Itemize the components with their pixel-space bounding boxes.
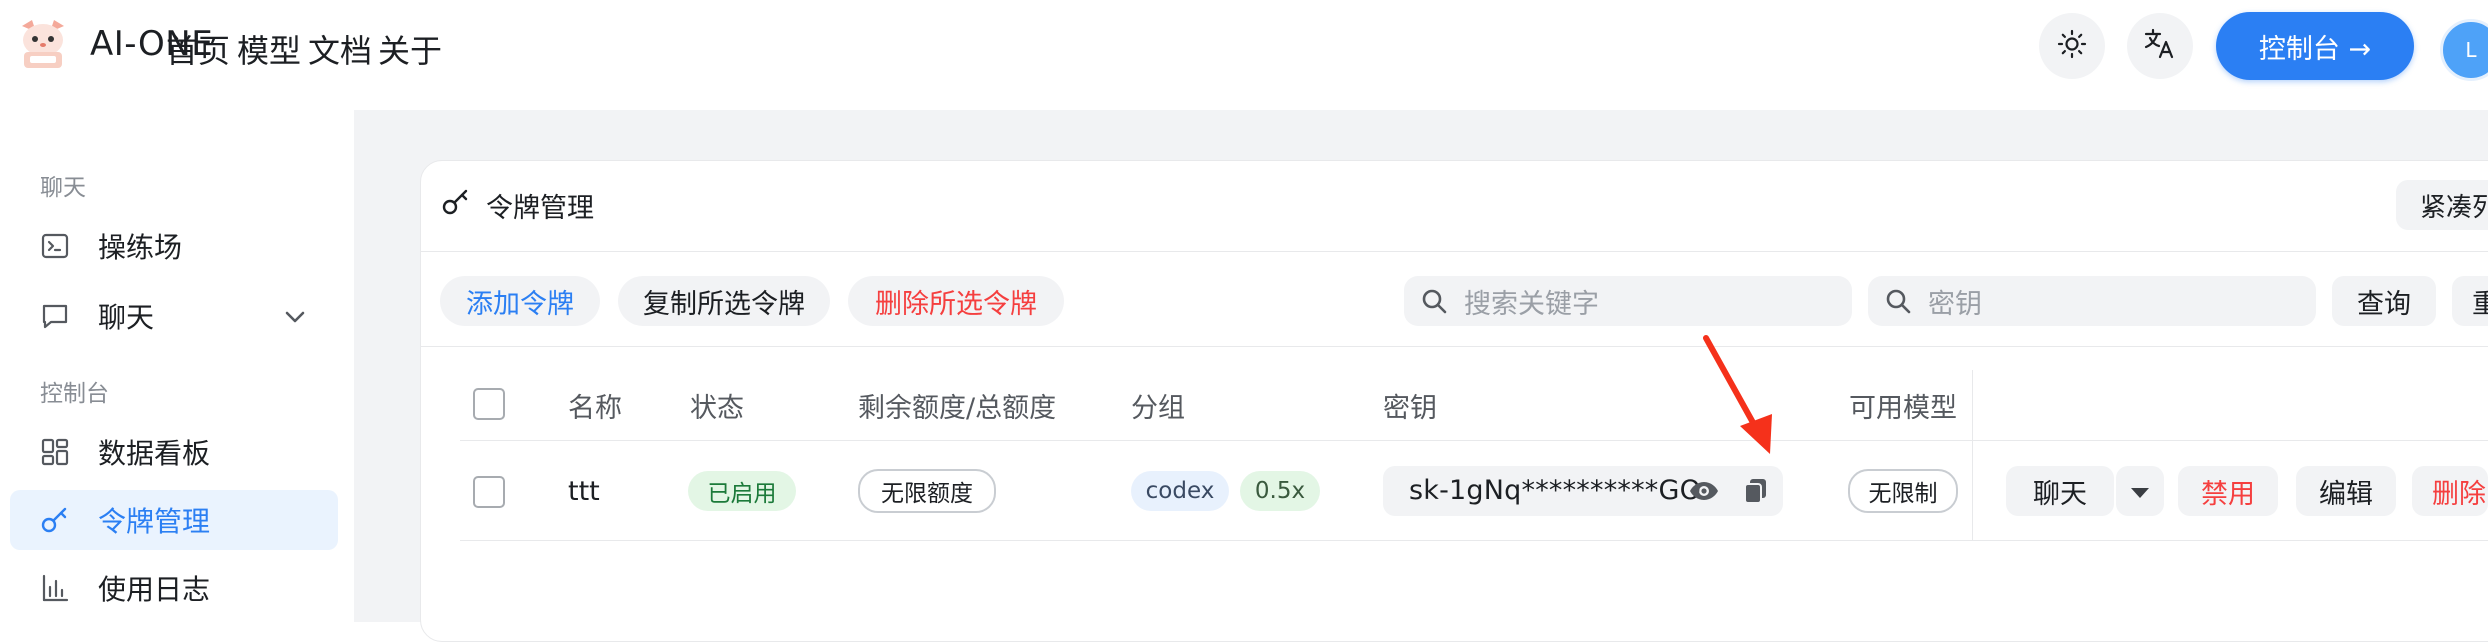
key-icon xyxy=(440,186,472,222)
sidebar-item-chat[interactable]: 聊天 xyxy=(10,286,338,346)
column-header-models[interactable]: 可用模型 xyxy=(1849,386,1957,425)
terminal-icon xyxy=(38,229,72,263)
sidebar-item-label: 聊天 xyxy=(98,301,155,334)
sidebar-item-label: 操练场 xyxy=(98,231,183,264)
row-divider xyxy=(460,540,2488,541)
console-button[interactable]: 控制台 → xyxy=(2216,12,2414,80)
sidebar-item-usage-log[interactable]: 使用日志 xyxy=(10,558,338,618)
column-header-group[interactable]: 分组 xyxy=(1131,386,1185,425)
chat-dropdown-button[interactable] xyxy=(2116,466,2164,516)
sidebar-group-console: 控制台 xyxy=(40,381,109,407)
delete-button[interactable]: 删除 xyxy=(2412,466,2488,516)
translate-icon xyxy=(2143,27,2177,65)
search-icon xyxy=(1884,287,1912,315)
key-placeholder: 密钥 xyxy=(1928,288,1982,320)
quota-tag: 无限额度 xyxy=(858,469,996,513)
reset-button[interactable]: 重 xyxy=(2452,276,2488,326)
sun-icon xyxy=(2057,29,2087,63)
sticky-column-divider xyxy=(1972,370,1973,540)
eye-icon[interactable] xyxy=(1689,478,1719,508)
top-navigation: AI-ONE 首页 模型 文档 关于 控制台 → L xyxy=(0,0,2488,110)
bar-chart-icon xyxy=(38,571,72,605)
key-search-input[interactable]: 密钥 xyxy=(1868,276,2316,326)
copy-selected-button[interactable]: 复制所选令牌 xyxy=(618,276,830,326)
column-header-quota[interactable]: 剩余额度/总额度 xyxy=(858,386,1056,425)
edit-button[interactable]: 编辑 xyxy=(2296,466,2396,516)
sidebar-item-label: 令牌管理 xyxy=(98,505,211,538)
query-button[interactable]: 查询 xyxy=(2332,276,2436,326)
caret-down-icon xyxy=(2129,476,2151,507)
sidebar-item-label: 数据看板 xyxy=(98,437,211,470)
column-header-key[interactable]: 密钥 xyxy=(1383,386,1437,425)
token-name: ttt xyxy=(568,476,600,507)
sidebar-item-playground[interactable]: 操练场 xyxy=(10,216,338,276)
annotation-arrow-icon xyxy=(1703,335,1772,454)
compact-list-button[interactable]: 紧凑列 xyxy=(2396,180,2488,230)
key-icon xyxy=(38,503,72,537)
nav-about[interactable]: 关于 xyxy=(378,26,442,72)
key-field: sk-1gNq**********GO xyxy=(1383,466,1783,516)
theme-toggle-button[interactable] xyxy=(2039,13,2105,79)
dashboard-grid-icon xyxy=(38,435,72,469)
sidebar-group-chat: 聊天 xyxy=(40,175,86,201)
ratio-tag: 0.5x xyxy=(1240,471,1320,511)
nav-docs[interactable]: 文档 xyxy=(308,26,372,72)
divider xyxy=(421,346,2488,347)
search-icon xyxy=(1420,287,1448,315)
group-tag: codex xyxy=(1131,471,1229,511)
column-header-name[interactable]: 名称 xyxy=(568,386,622,425)
logo-cat-icon[interactable] xyxy=(14,16,72,74)
sidebar-item-token-management[interactable]: 令牌管理 xyxy=(10,490,338,550)
masked-key: sk-1gNq**********GO xyxy=(1409,475,1702,506)
add-token-button[interactable]: 添加令牌 xyxy=(440,276,600,326)
disable-button[interactable]: 禁用 xyxy=(2178,466,2278,516)
nav-home[interactable]: 首页 xyxy=(166,26,230,72)
select-all-checkbox[interactable] xyxy=(473,388,505,420)
status-badge: 已启用 xyxy=(688,471,796,511)
keyword-search-input[interactable]: 搜索关键字 xyxy=(1404,276,1852,326)
table-header-divider xyxy=(460,440,2488,441)
sidebar-item-label: 使用日志 xyxy=(98,573,211,606)
search-placeholder: 搜索关键字 xyxy=(1464,288,1599,320)
avatar[interactable]: L xyxy=(2440,19,2488,81)
nav-models[interactable]: 模型 xyxy=(237,26,301,72)
language-button[interactable] xyxy=(2127,13,2193,79)
sidebar-item-dashboard[interactable]: 数据看板 xyxy=(10,422,338,482)
copy-icon[interactable] xyxy=(1743,477,1769,509)
page-title: 令牌管理 xyxy=(486,193,594,224)
chat-button[interactable]: 聊天 xyxy=(2006,466,2114,516)
delete-selected-button[interactable]: 删除所选令牌 xyxy=(848,276,1064,326)
row-checkbox[interactable] xyxy=(473,476,505,508)
chat-bubble-icon xyxy=(38,299,72,333)
chevron-down-icon[interactable] xyxy=(282,304,308,334)
models-tag: 无限制 xyxy=(1848,469,1958,513)
column-header-status[interactable]: 状态 xyxy=(690,386,744,425)
divider xyxy=(421,251,2488,252)
